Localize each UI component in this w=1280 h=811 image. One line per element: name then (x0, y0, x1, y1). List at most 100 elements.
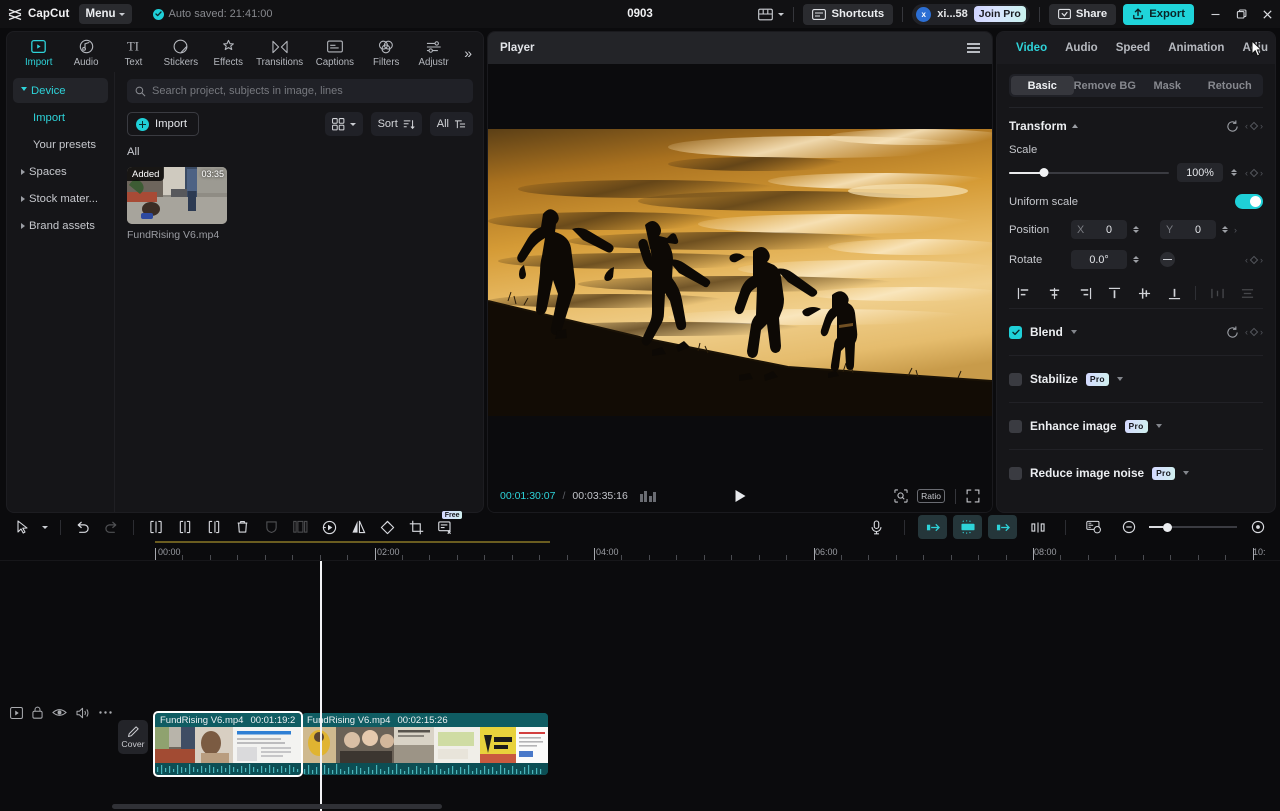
rotate-field[interactable]: 0.0° (1071, 250, 1127, 269)
rotate-button[interactable] (373, 515, 402, 539)
keyframe-nav[interactable]: ‹ › (1245, 327, 1263, 337)
sidebar-item-stock-materials[interactable]: Stock mater... (13, 186, 108, 211)
blend-checkbox[interactable] (1009, 326, 1022, 339)
view-mode-button[interactable] (325, 112, 363, 136)
sidebar-item-brand-assets[interactable]: Brand assets (13, 213, 108, 238)
timeline-clip-2[interactable]: FundRising V6.mp4 00:02:15:26 (302, 713, 548, 775)
search-input[interactable] (152, 85, 465, 97)
chevron-up-icon[interactable] (1072, 124, 1078, 128)
thumbnail-preview-button[interactable] (1079, 515, 1108, 539)
sidebar-item-import[interactable]: Import (13, 105, 108, 130)
menu-button[interactable]: Menu (79, 4, 132, 24)
filter-button[interactable]: All (430, 112, 473, 136)
uniform-scale-toggle[interactable] (1235, 194, 1263, 209)
keyframe-next-icon[interactable]: › (1234, 225, 1237, 235)
distribute-horizontal-icon[interactable] (1202, 282, 1232, 304)
current-time[interactable]: 00:01:30:07 (500, 490, 555, 502)
account-chip[interactable]: x xi...58 Join Pro (912, 4, 1030, 25)
auto-captions-button[interactable]: Free (431, 515, 460, 539)
enhance-image-checkbox[interactable] (1009, 420, 1022, 433)
join-pro-badge[interactable]: Join Pro (974, 6, 1026, 23)
mask-shape-button[interactable] (257, 515, 286, 539)
scale-stepper[interactable] (1231, 169, 1237, 176)
tab-adjust[interactable]: Adju (1233, 42, 1276, 54)
export-button[interactable]: Export (1123, 4, 1194, 25)
ratio-button[interactable]: Ratio (917, 489, 945, 503)
reduce-noise-checkbox[interactable] (1009, 467, 1022, 480)
position-y-field[interactable]: Y 0 (1160, 220, 1216, 239)
tool-tab-adjust[interactable]: Adjustr (410, 34, 457, 72)
speed-button[interactable] (315, 515, 344, 539)
timeline-zoom-slider[interactable] (1149, 522, 1237, 532)
timeline-horizontal-scrollbar[interactable] (112, 804, 442, 809)
tab-speed[interactable]: Speed (1107, 42, 1160, 54)
media-thumbnail[interactable]: Added 03:35 (127, 167, 227, 224)
adjust-in-point-button[interactable] (918, 515, 947, 539)
stabilize-checkbox[interactable] (1009, 373, 1022, 386)
tab-animation[interactable]: Animation (1159, 42, 1233, 54)
chevron-down-icon[interactable] (1156, 424, 1162, 428)
zoom-fit-button[interactable] (894, 489, 908, 503)
select-tool-dropdown[interactable] (37, 515, 53, 539)
tool-tab-import[interactable]: Import (15, 34, 62, 72)
sidebar-item-spaces[interactable]: Spaces (13, 159, 108, 184)
split-button[interactable] (141, 515, 170, 539)
sort-button[interactable]: Sort (371, 112, 422, 136)
crop-button[interactable] (402, 515, 431, 539)
import-button[interactable]: Import (127, 112, 199, 136)
auto-edit-button[interactable] (953, 515, 982, 539)
tool-tabs-more-button[interactable]: » (457, 34, 479, 72)
video-track-icon[interactable] (10, 707, 23, 719)
cover-button[interactable]: Cover (118, 720, 148, 754)
keyframe-nav[interactable]: ‹ › (1245, 168, 1263, 178)
speaker-icon[interactable] (76, 707, 90, 719)
share-button[interactable]: Share (1049, 4, 1116, 25)
select-tool-button[interactable] (8, 515, 37, 539)
layout-switch-button[interactable] (758, 8, 784, 21)
audio-levels-icon[interactable] (640, 491, 657, 502)
keyframe-nav[interactable]: ‹ › (1245, 255, 1263, 265)
microphone-button[interactable] (862, 515, 891, 539)
distribute-vertical-icon[interactable] (1232, 282, 1262, 304)
freeze-frame-button[interactable] (286, 515, 315, 539)
close-button[interactable] (1254, 0, 1280, 28)
tool-tab-effects[interactable]: Effects (205, 34, 252, 72)
delete-button[interactable] (228, 515, 257, 539)
sidebar-item-device[interactable]: Device (13, 78, 108, 103)
tool-tab-audio[interactable]: Audio (62, 34, 109, 72)
maximize-button[interactable] (1228, 0, 1254, 28)
align-right-icon[interactable] (1069, 282, 1099, 304)
play-button[interactable] (734, 489, 747, 503)
trim-right-button[interactable] (199, 515, 228, 539)
redo-button[interactable] (97, 515, 126, 539)
trim-left-button[interactable] (170, 515, 199, 539)
shortcuts-button[interactable]: Shortcuts (803, 4, 893, 25)
player-menu-icon[interactable] (967, 43, 980, 53)
tool-tab-stickers[interactable]: Stickers (157, 34, 204, 72)
reset-icon[interactable] (1226, 120, 1239, 133)
align-top-icon[interactable] (1099, 282, 1129, 304)
reset-icon[interactable] (1226, 326, 1239, 339)
segment-mask[interactable]: Mask (1136, 76, 1199, 95)
eye-icon[interactable] (52, 707, 67, 718)
align-center-horizontal-icon[interactable] (1039, 282, 1069, 304)
chevron-down-icon[interactable] (1183, 471, 1189, 475)
scale-slider[interactable] (1009, 167, 1169, 179)
keyframe-nav[interactable]: ‹ › (1245, 121, 1263, 131)
align-left-icon[interactable] (1009, 282, 1039, 304)
segment-basic[interactable]: Basic (1011, 76, 1074, 95)
segment-remove-bg[interactable]: Remove BG (1074, 76, 1137, 95)
position-y-stepper[interactable] (1222, 226, 1228, 233)
media-item[interactable]: Added 03:35 FundRising V6.mp4 (127, 167, 227, 241)
video-preview[interactable] (488, 129, 992, 416)
align-middle-vertical-icon[interactable] (1129, 282, 1159, 304)
position-x-stepper[interactable] (1133, 226, 1139, 233)
fullscreen-button[interactable] (966, 489, 980, 503)
tab-audio[interactable]: Audio (1056, 42, 1107, 54)
align-bottom-icon[interactable] (1159, 282, 1189, 304)
adjust-out-point-button[interactable] (988, 515, 1017, 539)
segment-retouch[interactable]: Retouch (1199, 76, 1262, 95)
rotate-stepper[interactable] (1133, 256, 1139, 263)
undo-button[interactable] (68, 515, 97, 539)
chevron-down-icon[interactable] (1071, 330, 1077, 334)
